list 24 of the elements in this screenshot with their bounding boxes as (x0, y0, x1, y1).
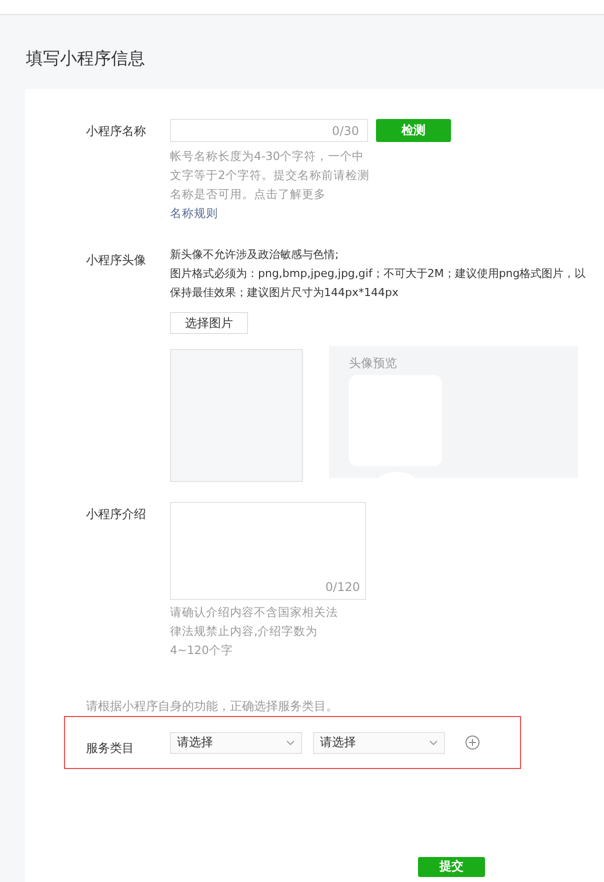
intro-textarea[interactable]: 0/120 (170, 502, 366, 600)
field-label: 小程序介绍 (85, 506, 147, 523)
category-hint: 请根据小程序自身的功能，正确选择服务类目。 (86, 698, 339, 714)
avatar-note: 新头像不允许涉及政治敏感与色情; (170, 247, 340, 263)
name-rules-link[interactable]: 名称规则 (170, 206, 218, 220)
category-select[interactable]: 请选择 (170, 732, 302, 754)
page-title: 填写小程序信息 (25, 48, 146, 71)
char-counter: 0/30 (332, 124, 359, 138)
category-select[interactable]: 请选择 (313, 732, 445, 754)
field-label: 服务类目 (85, 740, 135, 756)
add-icon[interactable] (465, 735, 480, 750)
name-input[interactable]: 0/30 (170, 119, 368, 142)
name-hint: 帐号名称长度为4-30个字符，一个中文字等于2个字符。提交名称前请检测名称是否可用。点击了解更多 名称规则 (170, 148, 370, 222)
choose-image-button[interactable]: 选择图片 (170, 312, 248, 334)
field-label: 小程序名称 (85, 123, 147, 140)
check-button[interactable]: 检测 (376, 119, 451, 142)
avatar-note: 图片格式必须为：png,bmp,jpeg,jpg,gif；不可大于2M；建议使用png格式图片，以保持最佳效果；建议图片尺寸为144px*144px (170, 266, 587, 301)
intro-hint: 请确认介绍内容不含国家相关法律法规禁止内容,介绍字数为4~120个字 (170, 604, 338, 659)
submit-button[interactable]: 提交 (418, 856, 485, 876)
chevron-icon (429, 740, 438, 746)
preview-label: 头像预览 (349, 355, 397, 372)
char-counter: 0/120 (325, 580, 360, 594)
field-label: 小程序头像 (85, 252, 147, 269)
chevron-icon (286, 740, 295, 746)
